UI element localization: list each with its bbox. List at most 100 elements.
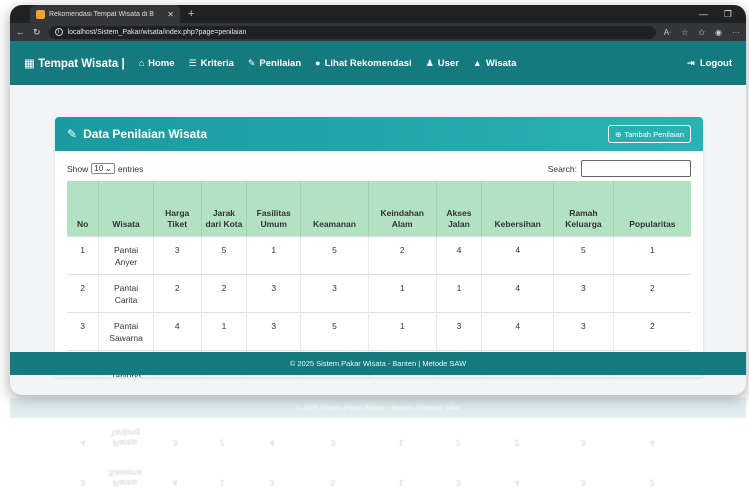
reflection-cell: 3	[80, 478, 86, 488]
reflection-cell: Pantai Sawarna	[108, 468, 142, 488]
table-cell: 3	[553, 311, 614, 350]
nav-lihat-rekomendasi[interactable]: ● Lihat Rekomendasi	[315, 58, 412, 69]
table-cell: 1	[246, 235, 302, 274]
nav-penilaian[interactable]: ✎ Penilaian	[248, 58, 301, 69]
reflection-cell: 3	[580, 478, 586, 488]
table-cell: 3	[553, 273, 614, 312]
table-header-row: No Wisata Harga Tiket Jarak dari Kota Fasili…	[67, 181, 691, 236]
nav-user-label: User	[437, 57, 459, 69]
table-cell: 5	[553, 235, 614, 274]
tambah-penilaian-button[interactable]: ⊕ Tambah Penilaian	[608, 125, 691, 143]
favorites-icon[interactable]: ✩	[698, 28, 705, 37]
table-cell: 1	[201, 311, 248, 350]
table-cell: 1	[436, 273, 483, 312]
column-header[interactable]: Keindahan Alam	[368, 181, 437, 236]
url-field[interactable]: i localhost/Sistem_Pakar/wisata/index.ph…	[48, 25, 656, 39]
page-footer: © 2025 Sistem Pakar Wisata - Banten | Me…	[10, 352, 746, 375]
table-cell: 1	[67, 235, 100, 274]
reflection-cell: 2	[219, 438, 225, 448]
app-navbar: ▦ Tempat Wisata | ⌂ Home ☰ Kriteria ✎ Penil…	[10, 41, 746, 85]
column-header[interactable]: Ramah Keluarga	[553, 181, 614, 236]
reflection-cell: 4	[269, 438, 275, 448]
reflection-cell: 4	[80, 438, 86, 448]
entries-select[interactable]: 10 ⌄	[91, 163, 115, 174]
table-tools: Show 10 ⌄ entries Search:	[55, 151, 703, 181]
table-cell: 3	[246, 273, 302, 312]
logout-icon: ⇥	[686, 57, 695, 69]
search-input[interactable]	[581, 160, 691, 177]
table-cell: 1	[613, 235, 691, 274]
brand[interactable]: ▦ Tempat Wisata |	[24, 56, 125, 70]
tab-title: Rekomendasi Tempat Wisata di B	[49, 10, 154, 18]
logout-button[interactable]: ⇥ Logout	[687, 58, 732, 69]
table-cell: 2	[613, 311, 691, 350]
penilaian-card: ✎ Data Penilaian Wisata ⊕ Tambah Penilai…	[55, 117, 703, 377]
browser-tab[interactable]: Rekomendasi Tempat Wisata di B ✕	[30, 5, 180, 23]
reflection-cell: 2	[649, 478, 655, 488]
sliders-icon: ☰	[188, 57, 197, 68]
nav-kriteria[interactable]: ☰ Kriteria	[189, 58, 234, 69]
column-header[interactable]: Harga Tiket	[153, 181, 202, 236]
column-header[interactable]: Akses Jalan	[436, 181, 483, 236]
table-cell: Pantai Anyer	[98, 235, 154, 274]
chevron-down-icon: ⌄	[105, 164, 112, 173]
profile-icon[interactable]: ◉	[715, 28, 722, 37]
reflection-cell: 2	[455, 438, 461, 448]
reflection-cell: 4	[649, 438, 655, 448]
column-header[interactable]: Keamanan	[300, 181, 369, 236]
site-info-icon[interactable]: i	[54, 28, 63, 36]
read-aloud-icon[interactable]: Aᐧ	[664, 28, 671, 37]
card-header: ✎ Data Penilaian Wisata ⊕ Tambah Penilai…	[55, 117, 703, 151]
nav-home[interactable]: ⌂ Home	[139, 58, 175, 69]
table-cell: 5	[201, 235, 248, 274]
map-icon: ▦	[24, 58, 39, 70]
table-cell: 3	[246, 311, 302, 350]
favorite-star-icon[interactable]: ☆	[681, 28, 688, 37]
more-menu-icon[interactable]: ···	[732, 28, 740, 37]
column-header[interactable]: Kebersihan	[481, 181, 555, 236]
minimize-icon[interactable]: —	[699, 9, 708, 20]
reflection-cell: 3	[172, 438, 178, 448]
nav-wisata[interactable]: ▲ Wisata	[473, 58, 516, 69]
search-area: Search:	[548, 160, 691, 177]
table-cell: Pantai Carita	[98, 273, 154, 312]
table-cell: 3	[300, 273, 369, 312]
table-row: 2 Pantai Carita 2 2 3 3 1 1 4 3 2	[67, 273, 691, 312]
column-header[interactable]: Fasilitas Umum	[246, 181, 302, 236]
table-cell: 4	[481, 235, 555, 274]
tab-close-icon[interactable]: ✕	[167, 10, 174, 19]
browser-toolbar-right: Aᐧ ☆ ✩ ◉ ···	[664, 28, 740, 37]
table-cell: 4	[153, 311, 202, 350]
nav-kriteria-label: Kriteria	[200, 57, 234, 69]
column-header[interactable]: Popularitas	[613, 181, 691, 236]
column-header[interactable]: Jarak dari Kota	[201, 181, 248, 236]
reload-icon[interactable]: ↻	[33, 27, 41, 38]
penilaian-table: No Wisata Harga Tiket Jarak dari Kota Fasili…	[67, 181, 691, 377]
entries-select-value: 10	[94, 164, 104, 173]
entries-label: entries	[117, 163, 144, 174]
table-row: 3 Pantai Sawarna 4 1 3 5 1 3 4 3 2	[67, 311, 691, 350]
table-cell: 4	[481, 273, 555, 312]
home-icon: ⌂	[138, 58, 145, 68]
browser-tab-bar: Rekomendasi Tempat Wisata di B ✕ + — ❐	[10, 5, 746, 23]
page-content: ✎ Data Penilaian Wisata ⊕ Tambah Penilai…	[10, 85, 746, 377]
logout-label: Logout	[699, 57, 732, 69]
table-cell: 4	[481, 311, 555, 350]
table-cell: 2	[153, 273, 202, 312]
new-tab-icon[interactable]: +	[188, 8, 194, 20]
restore-icon[interactable]: ❐	[724, 9, 732, 20]
reflection-cell: 4	[514, 478, 520, 488]
column-header[interactable]: Wisata	[98, 181, 154, 236]
reflection-cell: 3	[580, 438, 586, 448]
table-cell: 5	[300, 311, 369, 350]
nav-penilaian-label: Penilaian	[259, 57, 302, 69]
column-header[interactable]: No	[67, 181, 100, 236]
reflection-row: 4 Pantai Tanjung 3 2 4 3 1 2 2 3 4	[67, 428, 691, 448]
nav-user[interactable]: ♟ User	[426, 58, 459, 69]
reflection-cell: 1	[398, 478, 404, 488]
table-cell: 2	[368, 235, 437, 274]
browser-window: Rekomendasi Tempat Wisata di B ✕ + — ❐ ←…	[10, 5, 746, 395]
back-icon[interactable]: ←	[16, 27, 25, 37]
footer-text: © 2025 Sistem Pakar Wisata - Banten | Me…	[289, 359, 467, 368]
nav-rekomendasi-label: Lihat Rekomendasi	[324, 57, 412, 69]
